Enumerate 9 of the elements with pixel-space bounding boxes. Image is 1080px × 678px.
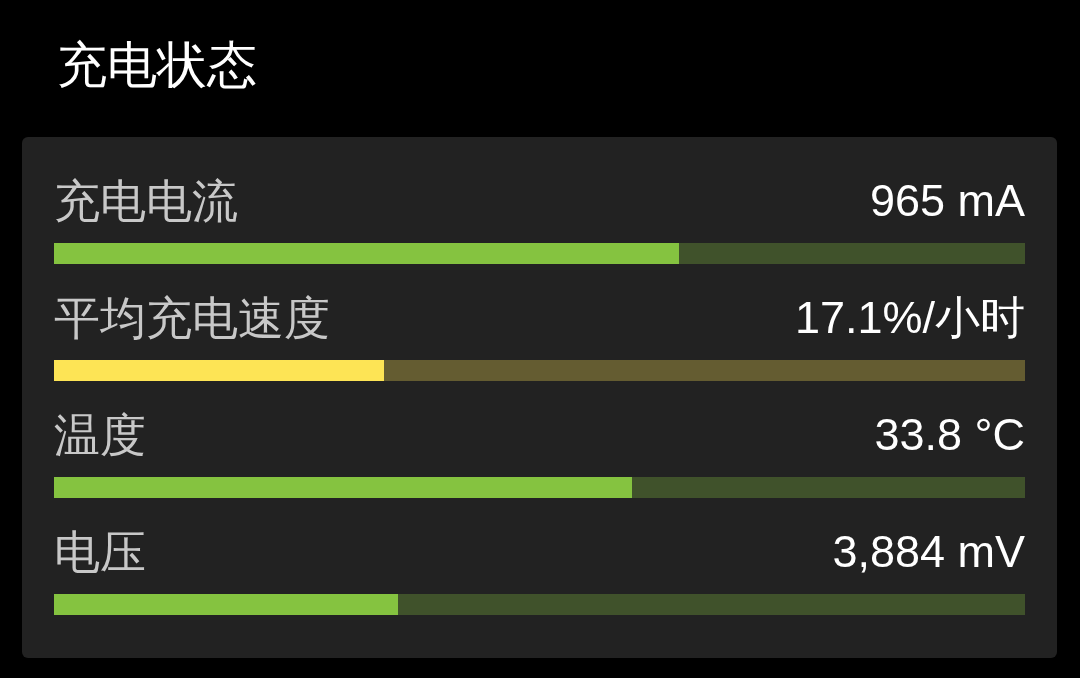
page-title: 充电状态 <box>57 36 257 95</box>
meter-label: 温度 <box>54 408 146 463</box>
meter-label: 平均充电速度 <box>54 291 330 346</box>
meter-value: 17.1%/小时 <box>794 291 1025 345</box>
meter-label: 充电电流 <box>54 174 238 229</box>
meter-label: 电压 <box>54 525 146 580</box>
meter-value: 3,884 mV <box>832 525 1025 579</box>
meter-value: 965 mA <box>869 174 1025 228</box>
meter-value: 33.8 °C <box>874 408 1025 462</box>
